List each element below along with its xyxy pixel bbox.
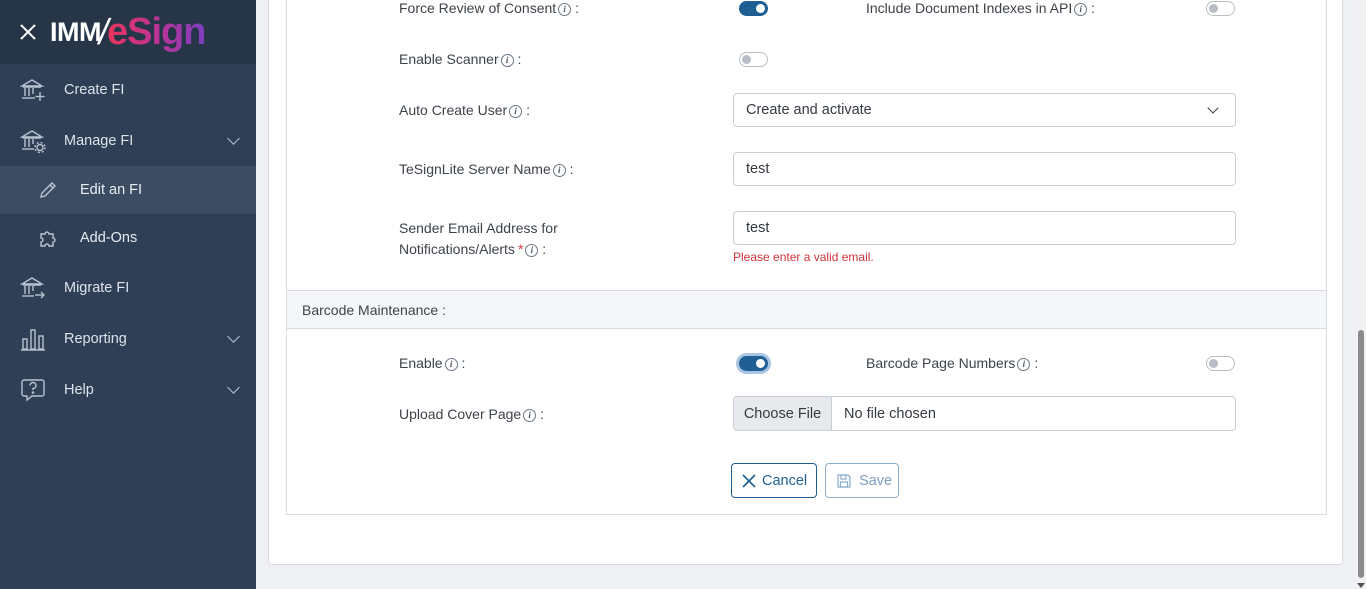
auto-create-user-select[interactable]: Create and activate [733, 93, 1236, 127]
sender-email-label: Sender Email Address for Notifications/A… [399, 218, 558, 260]
upload-cover-label: Upload Cover Page i : [399, 404, 544, 425]
sender-email-error: Please enter a valid email. [733, 250, 874, 264]
barcode-section-title: Barcode Maintenance : [302, 302, 446, 318]
vertical-scrollbar[interactable] [1356, 0, 1366, 589]
info-icon[interactable]: i [1074, 3, 1088, 16]
barcode-enable-label-text: Enable [399, 355, 443, 371]
close-icon [741, 473, 757, 489]
sidebar-item-create-fi[interactable]: Create FI [0, 64, 256, 115]
sidebar-item-help[interactable]: Help [0, 364, 256, 415]
enable-scanner-label: Enable Scanner i : [399, 49, 521, 70]
close-icon[interactable] [19, 23, 37, 41]
barcode-section-header: Barcode Maintenance : [287, 290, 1326, 329]
auto-create-user-label-text: Auto Create User [399, 102, 508, 118]
info-icon[interactable]: i [444, 358, 458, 371]
scrollbar-thumb[interactable] [1358, 330, 1364, 578]
save-button-label: Save [859, 472, 893, 489]
server-name-label-text: TeSignLite Server Name [399, 161, 551, 177]
barcode-page-numbers-label: Barcode Page Numbers i : [866, 353, 1038, 374]
main-content: Force Review of Consent i : Include Docum… [256, 0, 1356, 589]
sidebar-item-label: Reporting [64, 330, 127, 347]
enable-scanner-toggle[interactable] [739, 52, 768, 67]
bank-plus-icon [20, 77, 46, 103]
sidebar-item-label: Help [64, 381, 94, 398]
sender-email-label-line2: Notifications/Alerts [399, 241, 515, 257]
puzzle-icon [37, 227, 59, 249]
upload-cover-label-text: Upload Cover Page [399, 406, 522, 422]
info-icon[interactable]: i [509, 105, 523, 118]
info-icon[interactable]: i [552, 164, 566, 177]
cancel-button[interactable]: Cancel [731, 463, 817, 498]
chevron-down-icon [1207, 102, 1219, 114]
colon: : [461, 355, 466, 371]
colon: : [540, 406, 544, 422]
save-button[interactable]: Save [825, 463, 899, 498]
auto-create-user-label: Auto Create User i : [399, 100, 530, 121]
sidebar-item-label: Create FI [64, 81, 125, 98]
info-icon[interactable]: i [523, 409, 537, 422]
form-panel: Force Review of Consent i : Include Docum… [286, 0, 1327, 515]
sidebar-item-label: Migrate FI [64, 279, 130, 296]
force-review-label: Force Review of Consent i : [399, 0, 579, 19]
chevron-down-icon [227, 330, 240, 343]
scroll-down-arrow-icon[interactable] [1357, 583, 1365, 588]
help-icon [20, 377, 46, 403]
info-icon[interactable]: i [500, 54, 514, 67]
server-name-input[interactable]: test [733, 152, 1236, 186]
colon: : [575, 0, 579, 16]
info-icon[interactable]: i [558, 3, 572, 16]
enable-scanner-label-text: Enable Scanner [399, 51, 499, 67]
sidebar-header: IMM / eSign [0, 0, 256, 64]
bar-chart-icon [20, 326, 46, 352]
sidebar-subitem-label: Add-Ons [80, 230, 138, 246]
include-doc-indexes-label-text: Include Document Indexes in API [866, 0, 1073, 16]
sidebar-subitem-add-ons[interactable]: Add-Ons [0, 214, 256, 262]
include-doc-indexes-label: Include Document Indexes in API i : [866, 0, 1095, 19]
save-icon [836, 473, 852, 489]
sender-email-label-line1: Sender Email Address for [399, 220, 558, 236]
choose-file-button[interactable]: Choose File [734, 397, 832, 430]
colon: : [569, 161, 574, 177]
form-card: Force Review of Consent i : Include Docum… [268, 0, 1343, 565]
sidebar-item-label: Manage FI [64, 132, 134, 149]
include-doc-indexes-toggle[interactable] [1206, 1, 1235, 16]
colon: : [1091, 0, 1096, 16]
force-review-label-text: Force Review of Consent [399, 0, 557, 16]
required-asterisk: * [517, 241, 524, 257]
barcode-enable-toggle[interactable] [739, 356, 768, 371]
logo-text-esign: eSign [107, 10, 206, 53]
sidebar-item-reporting[interactable]: Reporting [0, 313, 256, 364]
colon: : [1034, 355, 1039, 371]
server-name-value: test [746, 161, 770, 177]
pencil-icon [37, 179, 59, 201]
chevron-down-icon [227, 381, 240, 394]
upload-cover-file-input[interactable]: Choose File No file chosen [733, 396, 1236, 431]
colon: : [517, 51, 522, 67]
info-icon[interactable]: i [525, 244, 539, 257]
info-icon[interactable]: i [1017, 358, 1031, 371]
barcode-enable-label: Enable i : [399, 353, 465, 374]
logo-text-imm: IMM [50, 16, 101, 47]
sidebar-subitem-label: Edit an FI [80, 182, 143, 198]
app-logo: IMM / eSign [50, 10, 206, 54]
colon: : [542, 241, 547, 257]
server-name-label: TeSignLite Server Name i : [399, 159, 574, 180]
bank-arrow-icon [20, 275, 46, 301]
sidebar-item-migrate-fi[interactable]: Migrate FI [0, 262, 256, 313]
sender-email-input[interactable]: test [733, 211, 1236, 245]
colon: : [526, 102, 530, 118]
no-file-chosen-text: No file chosen [844, 405, 936, 422]
sidebar-subitem-edit-fi[interactable]: Edit an FI [0, 166, 256, 214]
chevron-down-icon [227, 132, 240, 145]
barcode-page-numbers-toggle[interactable] [1206, 356, 1235, 371]
bank-gear-icon [20, 128, 46, 154]
sender-email-value: test [746, 220, 770, 236]
cancel-button-label: Cancel [762, 472, 808, 489]
sidebar: IMM / eSign Create FI Manage FI Edit an … [0, 0, 256, 589]
force-review-toggle[interactable] [739, 1, 768, 16]
sidebar-item-manage-fi[interactable]: Manage FI [0, 115, 256, 166]
barcode-page-numbers-label-text: Barcode Page Numbers [866, 355, 1016, 371]
auto-create-user-value: Create and activate [746, 102, 872, 118]
